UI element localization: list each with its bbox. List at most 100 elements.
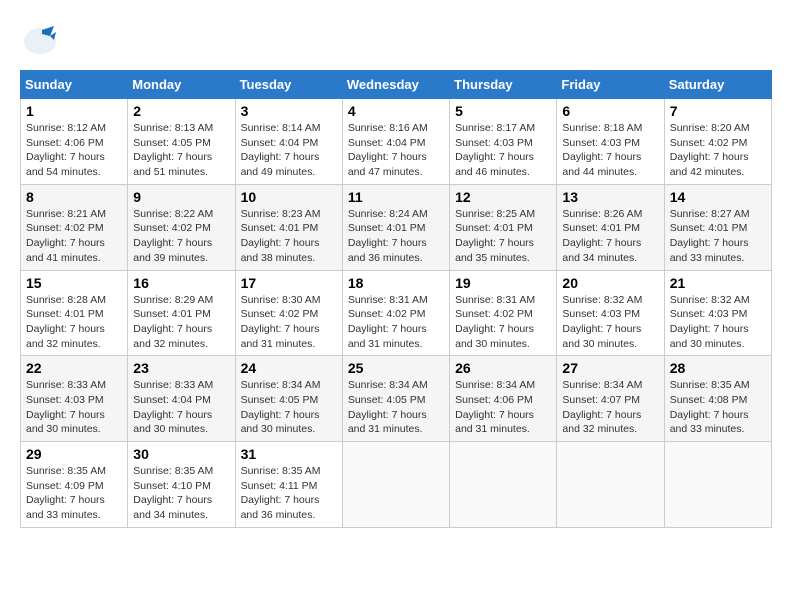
page-header [20,20,772,60]
day-info: Sunrise: 8:35 AM Sunset: 4:11 PM Dayligh… [241,464,337,523]
calendar-table: SundayMondayTuesdayWednesdayThursdayFrid… [20,70,772,528]
calendar-day-21: 21 Sunrise: 8:32 AM Sunset: 4:03 PM Dayl… [664,270,771,356]
day-number: 16 [133,275,229,291]
day-info: Sunrise: 8:32 AM Sunset: 4:03 PM Dayligh… [562,293,658,352]
day-info: Sunrise: 8:29 AM Sunset: 4:01 PM Dayligh… [133,293,229,352]
day-number: 14 [670,189,766,205]
day-number: 22 [26,360,122,376]
day-number: 15 [26,275,122,291]
day-info: Sunrise: 8:13 AM Sunset: 4:05 PM Dayligh… [133,121,229,180]
empty-cell [664,442,771,528]
calendar-day-22: 22 Sunrise: 8:33 AM Sunset: 4:03 PM Dayl… [21,356,128,442]
calendar-day-3: 3 Sunrise: 8:14 AM Sunset: 4:04 PM Dayli… [235,99,342,185]
calendar-day-14: 14 Sunrise: 8:27 AM Sunset: 4:01 PM Dayl… [664,184,771,270]
calendar-header-row: SundayMondayTuesdayWednesdayThursdayFrid… [21,71,772,99]
day-number: 18 [348,275,444,291]
calendar-week-5: 29 Sunrise: 8:35 AM Sunset: 4:09 PM Dayl… [21,442,772,528]
day-info: Sunrise: 8:30 AM Sunset: 4:02 PM Dayligh… [241,293,337,352]
calendar-day-19: 19 Sunrise: 8:31 AM Sunset: 4:02 PM Dayl… [450,270,557,356]
day-number: 17 [241,275,337,291]
day-info: Sunrise: 8:18 AM Sunset: 4:03 PM Dayligh… [562,121,658,180]
day-number: 29 [26,446,122,462]
calendar-day-1: 1 Sunrise: 8:12 AM Sunset: 4:06 PM Dayli… [21,99,128,185]
day-info: Sunrise: 8:34 AM Sunset: 4:07 PM Dayligh… [562,378,658,437]
day-header-thursday: Thursday [450,71,557,99]
empty-cell [450,442,557,528]
day-number: 19 [455,275,551,291]
day-number: 28 [670,360,766,376]
calendar-day-4: 4 Sunrise: 8:16 AM Sunset: 4:04 PM Dayli… [342,99,449,185]
calendar-day-15: 15 Sunrise: 8:28 AM Sunset: 4:01 PM Dayl… [21,270,128,356]
calendar-day-20: 20 Sunrise: 8:32 AM Sunset: 4:03 PM Dayl… [557,270,664,356]
day-number: 24 [241,360,337,376]
day-number: 31 [241,446,337,462]
calendar-day-26: 26 Sunrise: 8:34 AM Sunset: 4:06 PM Dayl… [450,356,557,442]
day-info: Sunrise: 8:32 AM Sunset: 4:03 PM Dayligh… [670,293,766,352]
day-info: Sunrise: 8:33 AM Sunset: 4:04 PM Dayligh… [133,378,229,437]
day-info: Sunrise: 8:31 AM Sunset: 4:02 PM Dayligh… [348,293,444,352]
day-number: 1 [26,103,122,119]
day-info: Sunrise: 8:28 AM Sunset: 4:01 PM Dayligh… [26,293,122,352]
day-number: 23 [133,360,229,376]
empty-cell [342,442,449,528]
logo-icon [20,20,60,60]
day-number: 9 [133,189,229,205]
day-info: Sunrise: 8:33 AM Sunset: 4:03 PM Dayligh… [26,378,122,437]
calendar-week-4: 22 Sunrise: 8:33 AM Sunset: 4:03 PM Dayl… [21,356,772,442]
day-number: 4 [348,103,444,119]
calendar-week-2: 8 Sunrise: 8:21 AM Sunset: 4:02 PM Dayli… [21,184,772,270]
day-number: 13 [562,189,658,205]
day-info: Sunrise: 8:17 AM Sunset: 4:03 PM Dayligh… [455,121,551,180]
calendar-day-28: 28 Sunrise: 8:35 AM Sunset: 4:08 PM Dayl… [664,356,771,442]
day-info: Sunrise: 8:25 AM Sunset: 4:01 PM Dayligh… [455,207,551,266]
day-number: 8 [26,189,122,205]
day-header-sunday: Sunday [21,71,128,99]
day-info: Sunrise: 8:35 AM Sunset: 4:10 PM Dayligh… [133,464,229,523]
day-number: 11 [348,189,444,205]
day-number: 10 [241,189,337,205]
day-info: Sunrise: 8:16 AM Sunset: 4:04 PM Dayligh… [348,121,444,180]
calendar-day-31: 31 Sunrise: 8:35 AM Sunset: 4:11 PM Dayl… [235,442,342,528]
day-header-friday: Friday [557,71,664,99]
calendar-day-2: 2 Sunrise: 8:13 AM Sunset: 4:05 PM Dayli… [128,99,235,185]
day-header-wednesday: Wednesday [342,71,449,99]
logo [20,20,64,60]
day-number: 30 [133,446,229,462]
day-info: Sunrise: 8:14 AM Sunset: 4:04 PM Dayligh… [241,121,337,180]
day-number: 3 [241,103,337,119]
day-number: 26 [455,360,551,376]
day-info: Sunrise: 8:21 AM Sunset: 4:02 PM Dayligh… [26,207,122,266]
day-info: Sunrise: 8:22 AM Sunset: 4:02 PM Dayligh… [133,207,229,266]
day-number: 7 [670,103,766,119]
calendar-day-5: 5 Sunrise: 8:17 AM Sunset: 4:03 PM Dayli… [450,99,557,185]
day-info: Sunrise: 8:34 AM Sunset: 4:05 PM Dayligh… [348,378,444,437]
calendar-day-16: 16 Sunrise: 8:29 AM Sunset: 4:01 PM Dayl… [128,270,235,356]
day-info: Sunrise: 8:23 AM Sunset: 4:01 PM Dayligh… [241,207,337,266]
calendar-day-25: 25 Sunrise: 8:34 AM Sunset: 4:05 PM Dayl… [342,356,449,442]
day-header-tuesday: Tuesday [235,71,342,99]
day-number: 12 [455,189,551,205]
calendar-day-18: 18 Sunrise: 8:31 AM Sunset: 4:02 PM Dayl… [342,270,449,356]
calendar-day-29: 29 Sunrise: 8:35 AM Sunset: 4:09 PM Dayl… [21,442,128,528]
day-number: 6 [562,103,658,119]
calendar-day-24: 24 Sunrise: 8:34 AM Sunset: 4:05 PM Dayl… [235,356,342,442]
day-info: Sunrise: 8:24 AM Sunset: 4:01 PM Dayligh… [348,207,444,266]
calendar-day-6: 6 Sunrise: 8:18 AM Sunset: 4:03 PM Dayli… [557,99,664,185]
day-info: Sunrise: 8:34 AM Sunset: 4:05 PM Dayligh… [241,378,337,437]
calendar-day-12: 12 Sunrise: 8:25 AM Sunset: 4:01 PM Dayl… [450,184,557,270]
day-number: 2 [133,103,229,119]
calendar-week-1: 1 Sunrise: 8:12 AM Sunset: 4:06 PM Dayli… [21,99,772,185]
day-info: Sunrise: 8:27 AM Sunset: 4:01 PM Dayligh… [670,207,766,266]
day-number: 27 [562,360,658,376]
day-info: Sunrise: 8:31 AM Sunset: 4:02 PM Dayligh… [455,293,551,352]
day-number: 20 [562,275,658,291]
day-header-monday: Monday [128,71,235,99]
calendar-day-27: 27 Sunrise: 8:34 AM Sunset: 4:07 PM Dayl… [557,356,664,442]
calendar-day-17: 17 Sunrise: 8:30 AM Sunset: 4:02 PM Dayl… [235,270,342,356]
day-info: Sunrise: 8:26 AM Sunset: 4:01 PM Dayligh… [562,207,658,266]
calendar-day-30: 30 Sunrise: 8:35 AM Sunset: 4:10 PM Dayl… [128,442,235,528]
calendar-week-3: 15 Sunrise: 8:28 AM Sunset: 4:01 PM Dayl… [21,270,772,356]
calendar-day-23: 23 Sunrise: 8:33 AM Sunset: 4:04 PM Dayl… [128,356,235,442]
calendar-day-10: 10 Sunrise: 8:23 AM Sunset: 4:01 PM Dayl… [235,184,342,270]
calendar-day-7: 7 Sunrise: 8:20 AM Sunset: 4:02 PM Dayli… [664,99,771,185]
